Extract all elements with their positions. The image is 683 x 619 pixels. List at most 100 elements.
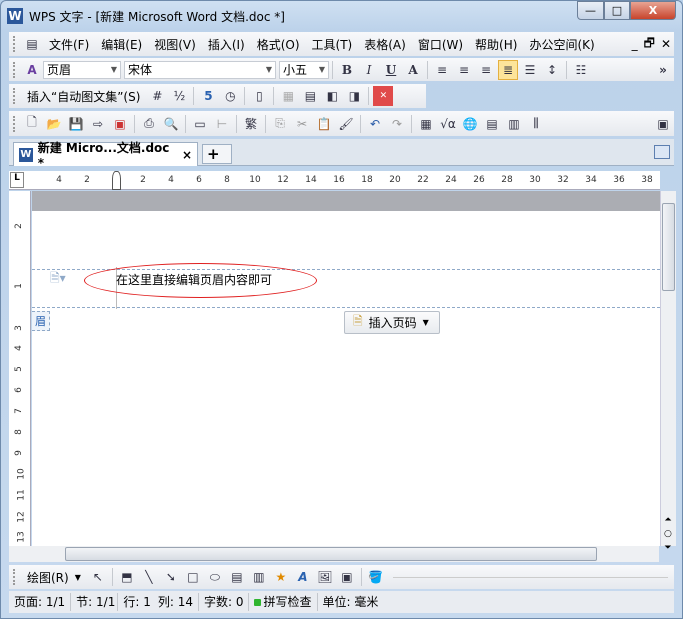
doc-minimize-button[interactable]: _ xyxy=(629,37,641,51)
export-icon[interactable]: ⇨ xyxy=(88,114,108,134)
split-icon[interactable]: ⊢ xyxy=(212,114,232,134)
vertical-textbox-icon[interactable]: ▥ xyxy=(249,567,269,587)
font-select[interactable]: 宋体 ▼ xyxy=(124,60,276,79)
align-left-icon[interactable]: ≡ xyxy=(432,60,452,80)
tab-close-icon[interactable]: × xyxy=(182,148,192,162)
numbering-icon[interactable]: ☷ xyxy=(571,60,591,80)
ellipse-icon[interactable]: ⬭ xyxy=(205,567,225,587)
draw-menu-button[interactable]: 绘图(R) xyxy=(21,569,75,586)
scroll-thumb[interactable] xyxy=(662,203,675,291)
undo-icon[interactable]: ↶ xyxy=(365,114,385,134)
font-color-button[interactable]: A xyxy=(403,60,423,80)
header-options-icon[interactable]: 🗎▾ xyxy=(50,269,66,290)
traditional-chinese-icon[interactable]: 繁 xyxy=(241,114,261,134)
menu-office-space[interactable]: 办公空间(K) xyxy=(523,36,600,53)
save-icon[interactable]: 💾 xyxy=(66,114,86,134)
wordart-icon[interactable]: A xyxy=(293,567,313,587)
format-painter-icon[interactable]: 🖌 xyxy=(336,114,356,134)
page-count-icon[interactable]: ½ xyxy=(169,86,189,106)
menu-format[interactable]: 格式(O) xyxy=(251,36,306,53)
open-icon[interactable]: 📂 xyxy=(44,114,64,134)
globe-icon[interactable]: 🌐 xyxy=(460,114,480,134)
print-preview-icon[interactable]: 🔍 xyxy=(161,114,181,134)
paste-icon[interactable]: 📋 xyxy=(314,114,334,134)
same-as-previous-icon[interactable]: ▦ xyxy=(278,86,298,106)
columns-icon[interactable]: ▥ xyxy=(504,114,524,134)
show-next-icon[interactable]: ◨ xyxy=(344,86,364,106)
doc-restore-button[interactable]: 🗗 xyxy=(641,34,658,55)
select-pointer-icon[interactable]: ↖ xyxy=(88,567,108,587)
chart-icon[interactable]: ⫼ xyxy=(526,114,546,134)
align-center-icon[interactable]: ≡ xyxy=(454,60,474,80)
doc-close-button[interactable]: ✕ xyxy=(658,37,674,51)
insert-table-icon[interactable]: ▤ xyxy=(482,114,502,134)
horizontal-ruler[interactable]: 4 2 2 4 6 8 10 12 14 16 18 20 22 24 26 28 30 32 34 36 38 xyxy=(9,171,660,190)
justify-icon[interactable]: ≣ xyxy=(498,59,518,80)
style-select[interactable]: 页眉 ▼ xyxy=(43,60,121,79)
rectangle-icon[interactable]: □ xyxy=(183,567,203,587)
maximize-button[interactable]: □ xyxy=(604,1,630,20)
page-icon[interactable]: ▭ xyxy=(190,114,210,134)
insert-autotext-button[interactable]: 插入“自动图文集”(S) xyxy=(21,88,146,105)
minimize-button[interactable]: — xyxy=(577,1,604,20)
styles-icon[interactable]: A xyxy=(22,60,42,80)
vertical-scrollbar[interactable]: ⏶ ○ ⏷ xyxy=(660,191,676,553)
menu-window[interactable]: 窗口(W) xyxy=(412,36,469,53)
insert-page-number-button[interactable]: 🗎 插入页码 ▼ xyxy=(344,311,440,334)
menu-table[interactable]: 表格(A) xyxy=(358,36,412,53)
document-page[interactable]: 🗎▾ 在这里直接编辑页眉内容即可 眉 🗎 插入页码 ▼ xyxy=(32,191,660,546)
new-icon[interactable]: 🗋 xyxy=(22,114,42,134)
distribute-icon[interactable]: ☰ xyxy=(520,60,540,80)
cut-icon[interactable]: ✂ xyxy=(292,114,312,134)
indent-marker[interactable] xyxy=(112,171,121,190)
picture-icon[interactable]: 🖼 xyxy=(315,567,335,587)
menu-tools[interactable]: 工具(T) xyxy=(306,36,359,53)
menu-view[interactable]: 视图(V) xyxy=(148,36,202,53)
underline-button[interactable]: U xyxy=(381,60,401,80)
menu-file[interactable]: 文件(F) xyxy=(43,36,95,53)
line-spacing-icon[interactable]: ↕ xyxy=(542,60,562,80)
status-word-count[interactable]: 字数: 0 xyxy=(199,593,250,611)
tab-document[interactable]: W 新建 Micro...文档.doc * × xyxy=(13,141,198,170)
print-icon[interactable]: ⎙ xyxy=(139,114,159,134)
fill-color-icon[interactable]: 🪣 xyxy=(366,567,386,587)
tab-list-icon[interactable] xyxy=(654,145,670,159)
close-header-footer-icon[interactable]: ✕ xyxy=(373,86,394,106)
italic-button[interactable]: I xyxy=(359,60,379,80)
clipart-icon[interactable]: ★ xyxy=(271,567,291,587)
switch-header-footer-icon[interactable]: ▤ xyxy=(300,86,320,106)
status-unit[interactable]: 单位: 毫米 xyxy=(318,593,384,611)
align-right-icon[interactable]: ≡ xyxy=(476,60,496,80)
bold-button[interactable]: B xyxy=(337,60,357,80)
close-button[interactable]: X xyxy=(630,1,676,20)
new-tab-button[interactable]: + xyxy=(202,144,232,164)
pdf-icon[interactable]: ▣ xyxy=(110,114,130,134)
table-icon[interactable]: ▦ xyxy=(416,114,436,134)
formula-icon[interactable]: √α xyxy=(438,114,458,134)
tab-stop-selector[interactable]: L xyxy=(10,172,24,188)
hscroll-thumb[interactable] xyxy=(65,547,597,561)
menu-help[interactable]: 帮助(H) xyxy=(469,36,523,53)
spell-check-toggle[interactable]: 拼写检查 xyxy=(249,593,318,611)
redo-icon[interactable]: ↷ xyxy=(387,114,407,134)
vertical-ruler[interactable]: 2 1 3 4 5 6 7 8 9 10 11 12 13 xyxy=(9,191,31,546)
menu-edit[interactable]: 编辑(E) xyxy=(95,36,148,53)
page-number-icon[interactable]: # xyxy=(147,86,167,106)
arrow-icon[interactable]: ➘ xyxy=(161,567,181,587)
insert-object-icon[interactable]: ▣ xyxy=(337,567,357,587)
show-previous-icon[interactable]: ◧ xyxy=(322,86,342,106)
horizontal-scrollbar[interactable] xyxy=(9,546,659,562)
autoshapes-icon[interactable]: ⬒ xyxy=(117,567,137,587)
copy-icon[interactable]: ⎘ xyxy=(270,114,290,134)
more-button[interactable]: » xyxy=(653,60,673,80)
page-nav-icons[interactable]: ⏶ ○ ⏷ xyxy=(664,513,672,555)
time-icon[interactable]: ◷ xyxy=(220,86,240,106)
size-select[interactable]: 小五 ▼ xyxy=(279,60,329,79)
line-icon[interactable]: ╲ xyxy=(139,567,159,587)
date-icon[interactable]: 5 xyxy=(198,86,218,106)
toolbar-options-icon[interactable]: ▣ xyxy=(653,114,673,134)
page-setup-icon[interactable]: ▯ xyxy=(249,86,269,106)
menu-insert[interactable]: 插入(I) xyxy=(202,36,251,53)
textbox-icon[interactable]: ▤ xyxy=(227,567,247,587)
header-text[interactable]: 在这里直接编辑页眉内容即可 xyxy=(116,271,272,288)
